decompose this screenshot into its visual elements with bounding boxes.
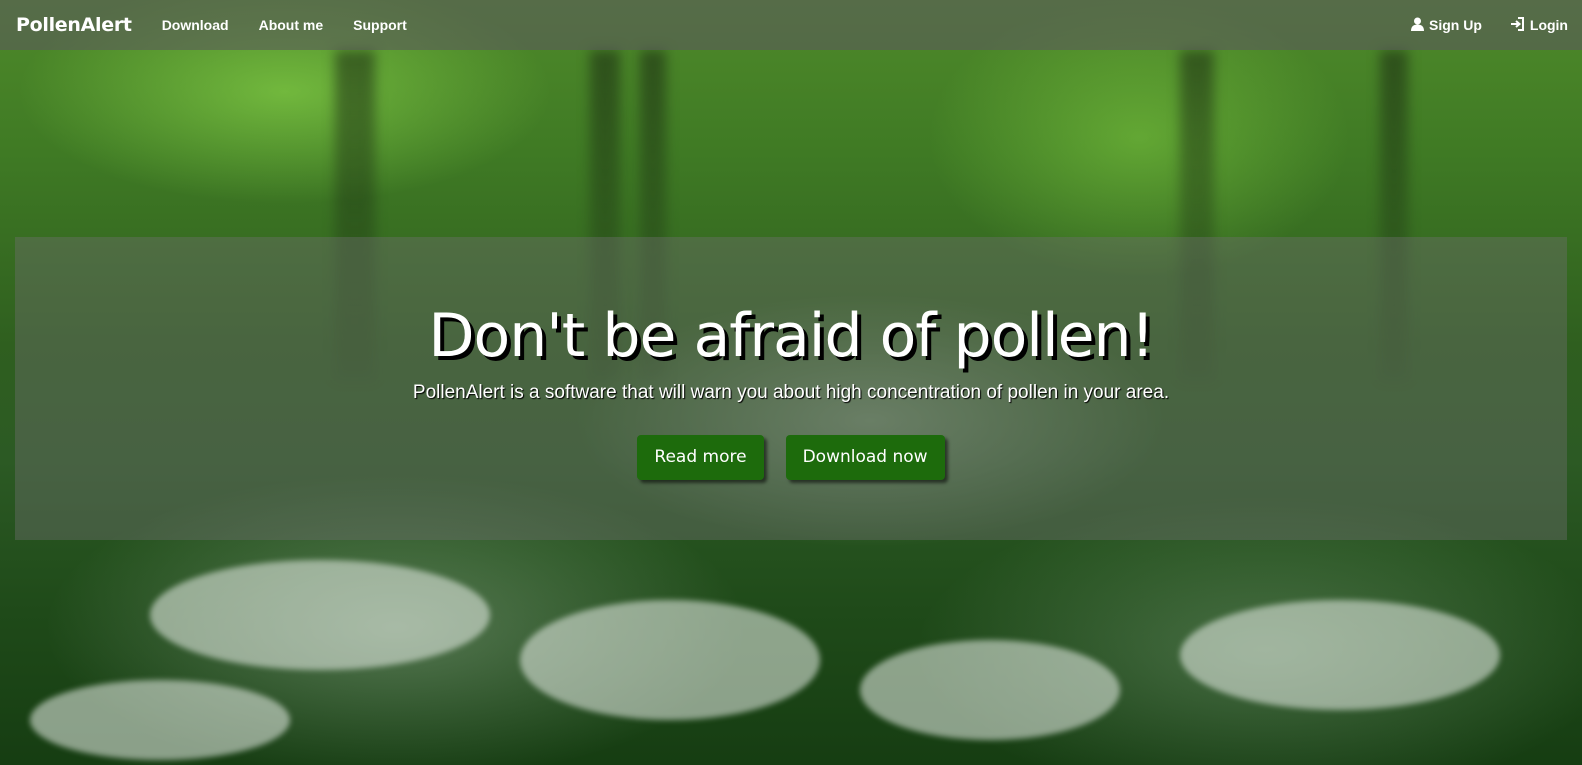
user-icon [1411,17,1424,34]
brand-logo[interactable]: PollenAlert [16,14,132,36]
nav-link-about-me[interactable]: About me [259,17,324,33]
nav-link-support[interactable]: Support [353,17,407,33]
flower-patch [30,680,290,760]
flower-patch [150,560,490,670]
hero: Don't be afraid of pollen! PollenAlert i… [15,237,1567,540]
nav-link-download[interactable]: Download [162,17,229,33]
navbar: PollenAlert Download About me Support Si… [0,0,1582,50]
page: PollenAlert Download About me Support Si… [0,0,1582,765]
hero-subtitle: PollenAlert is a software that will warn… [412,382,1170,403]
flower-patch [860,640,1120,740]
sign-up-link[interactable]: Sign Up [1411,17,1482,34]
navbar-left: PollenAlert Download About me Support [16,14,437,36]
login-label: Login [1529,17,1568,33]
login-link[interactable]: Login [1510,16,1568,34]
navbar-right: Sign Up Login [1383,16,1568,34]
sign-up-label: Sign Up [1429,17,1482,33]
read-more-button[interactable]: Read more [637,435,764,480]
download-now-button[interactable]: Download now [785,435,945,480]
login-icon [1510,16,1525,34]
hero-buttons: Read more Download now [15,435,1567,480]
hero-title: Don't be afraid of pollen! [428,301,1154,371]
flower-patch [520,600,820,720]
flower-patch [1180,600,1500,710]
